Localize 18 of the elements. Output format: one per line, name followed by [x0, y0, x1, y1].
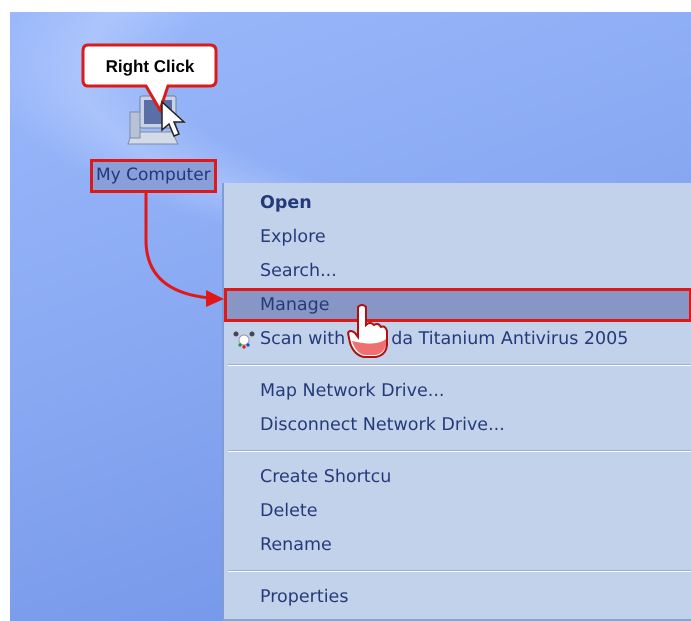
menu-item-text: da Titanium Antivirus 2005: [391, 328, 628, 351]
icon-label[interactable]: My Computer: [93, 162, 214, 190]
menu-item[interactable]: Manage: [224, 288, 691, 322]
menu-item[interactable]: Delete: [224, 494, 691, 528]
menu-item[interactable]: Search...: [224, 254, 691, 288]
app-icon: [232, 329, 256, 349]
pointer-cursor-icon: [160, 100, 188, 140]
menu-item[interactable]: Properties: [224, 580, 691, 614]
hand-cursor-icon: [346, 303, 390, 359]
menu-item[interactable]: Open: [224, 186, 691, 220]
menu-item-text: Scan with: [260, 328, 346, 351]
menu-item[interactable]: Rename: [224, 528, 691, 562]
menu-item[interactable]: Create Shortcu: [224, 460, 691, 494]
menu-item[interactable]: Map Network Drive...: [224, 374, 691, 408]
menu-item[interactable]: Explore: [224, 220, 691, 254]
menu-item[interactable]: Scan with da Titanium Antivirus 2005: [224, 322, 691, 356]
menu-item[interactable]: Disconnect Network Drive...: [224, 408, 691, 442]
callout-text: Right Click: [106, 57, 194, 76]
